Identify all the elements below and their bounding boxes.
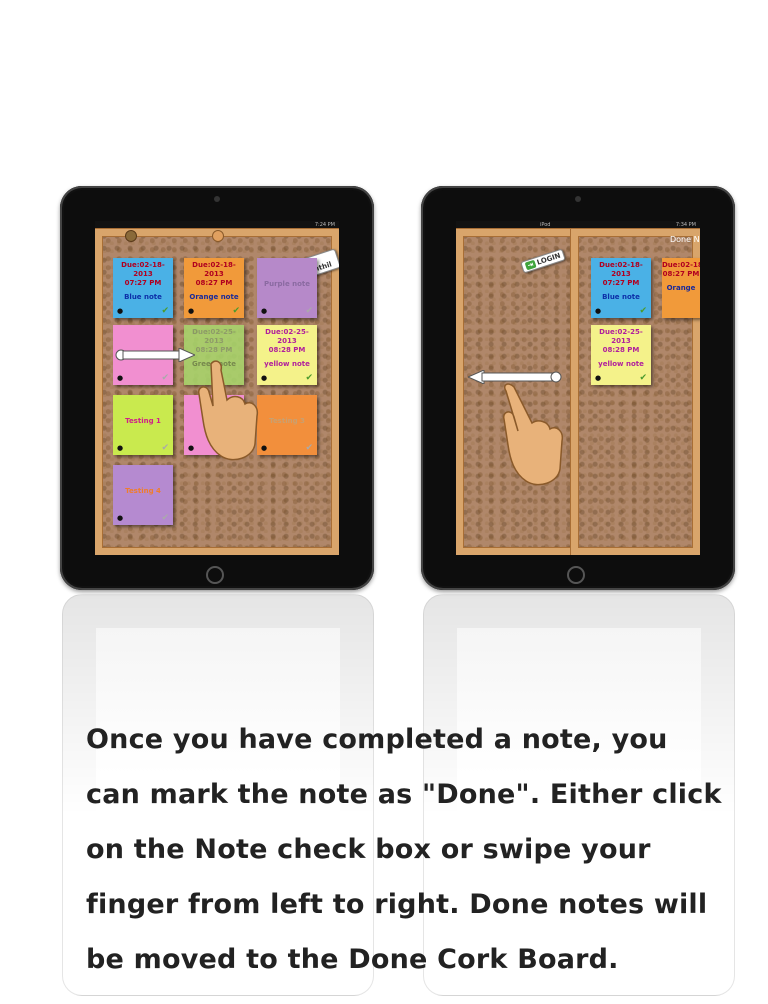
note-orange[interactable]: Due:02-18-2013 08:27 PM Orange note ● ✔ — [184, 258, 244, 318]
note-title: yellow note — [264, 360, 310, 368]
note-title: Testing 1 — [125, 417, 161, 425]
status-bar: 7:24 PM — [95, 221, 339, 229]
home-button[interactable] — [567, 566, 585, 584]
status-time: 7:24 PM — [314, 222, 335, 228]
caption-text: Once you have completed a note, you can … — [86, 724, 722, 975]
note-yellow[interactable]: Due:02-25-2013 08:28 PM yellow note ● ✔ — [257, 325, 317, 385]
note-blue[interactable]: Due:02-18-2013 07:27 PM Blue note ● ✔ — [591, 258, 651, 318]
note-due: Due:02-25-2013 08:28 PM — [599, 328, 643, 354]
user-icon: ● — [261, 307, 268, 315]
note-testing-1[interactable]: Testing 1 ● ✔ — [113, 395, 173, 455]
user-icon: ● — [117, 514, 124, 522]
hand-icon — [498, 379, 568, 493]
note-testing-3[interactable]: Testing 3 ● ✔ — [257, 395, 317, 455]
status-time: 7:34 PM — [675, 222, 696, 228]
check-icon[interactable]: ✔ — [161, 373, 169, 383]
done-board-label: Done N — [670, 235, 700, 244]
user-icon: ● — [117, 374, 124, 382]
right-screen: iPod 7:34 PM Done N ⇥LOGIN Due:02-18-201… — [456, 221, 700, 555]
left-ipad: 7:24 PM ⇥@senthil Due:02-18-201307:27 PM… — [60, 186, 374, 590]
check-icon[interactable]: ✔ — [305, 443, 313, 453]
note-yellow[interactable]: Due:02-25-2013 08:28 PM yellow note ● ✔ — [591, 325, 651, 385]
note-due: Due:02-18-201308:27 PM — [192, 261, 236, 287]
note-due: Due:02-18-2013 07:27 PM — [121, 261, 165, 287]
note-due: Due:02-25-2013 08:28 PM — [265, 328, 309, 354]
note-testing-4[interactable]: Testing 4 ● ✔ — [113, 465, 173, 525]
note-title: Purple note — [263, 280, 311, 288]
check-icon[interactable]: ✔ — [161, 306, 169, 316]
note-title: Orange — [666, 284, 696, 292]
left-screen: 7:24 PM ⇥@senthil Due:02-18-201307:27 PM… — [95, 221, 339, 555]
check-icon[interactable]: ✔ — [161, 443, 169, 453]
check-icon[interactable]: ✔ — [639, 373, 647, 383]
note-title: Testing 4 — [125, 487, 161, 495]
hand-icon — [193, 354, 263, 468]
home-button[interactable] — [206, 566, 224, 584]
check-icon[interactable]: ✔ — [161, 513, 169, 523]
note-title: Orange note — [189, 293, 239, 301]
status-bar: iPod 7:34 PM — [456, 221, 700, 229]
camera — [575, 196, 581, 202]
note-due: Due:02-18-201308:27 PM — [662, 261, 700, 278]
note-title: Blue note — [124, 293, 162, 301]
cork-board: Done N ⇥LOGIN Due:02-18-2013 07:27 PM Blu… — [456, 229, 700, 555]
check-icon[interactable]: ✔ — [232, 306, 240, 316]
check-icon[interactable]: ✔ — [305, 373, 313, 383]
check-icon[interactable]: ✔ — [305, 306, 313, 316]
check-icon[interactable]: ✔ — [639, 306, 647, 316]
user-icon: ● — [595, 374, 602, 382]
note-orange[interactable]: Due:02-18-201308:27 PM Orange — [662, 258, 700, 318]
user-icon: ● — [117, 444, 124, 452]
add-icon[interactable] — [212, 230, 224, 242]
user-icon: ● — [188, 307, 195, 315]
note-blue[interactable]: Due:02-18-2013 07:27 PM Blue note ● ✔ — [113, 258, 173, 318]
status-carrier: iPod — [540, 222, 551, 228]
arrow-right-icon — [115, 347, 197, 363]
login-icon: ⇥ — [524, 259, 537, 271]
note-purple[interactable]: Purple note ● ✔ — [257, 258, 317, 318]
user-icon: ● — [595, 307, 602, 315]
info-icon[interactable] — [125, 230, 137, 242]
cork-board: ⇥@senthil Due:02-18-201307:27 PM Blue no… — [95, 229, 339, 555]
user-icon: ● — [117, 307, 124, 315]
note-title: Testing 3 — [269, 417, 305, 425]
note-due: Due:02-18-2013 07:27 PM — [599, 261, 643, 287]
note-title: Blue note — [602, 293, 640, 301]
swipe-right-arrow — [115, 347, 197, 363]
note-title: yellow note — [598, 360, 644, 368]
camera — [214, 196, 220, 202]
right-ipad: iPod 7:34 PM Done N ⇥LOGIN Due:02-18-201… — [421, 186, 735, 590]
